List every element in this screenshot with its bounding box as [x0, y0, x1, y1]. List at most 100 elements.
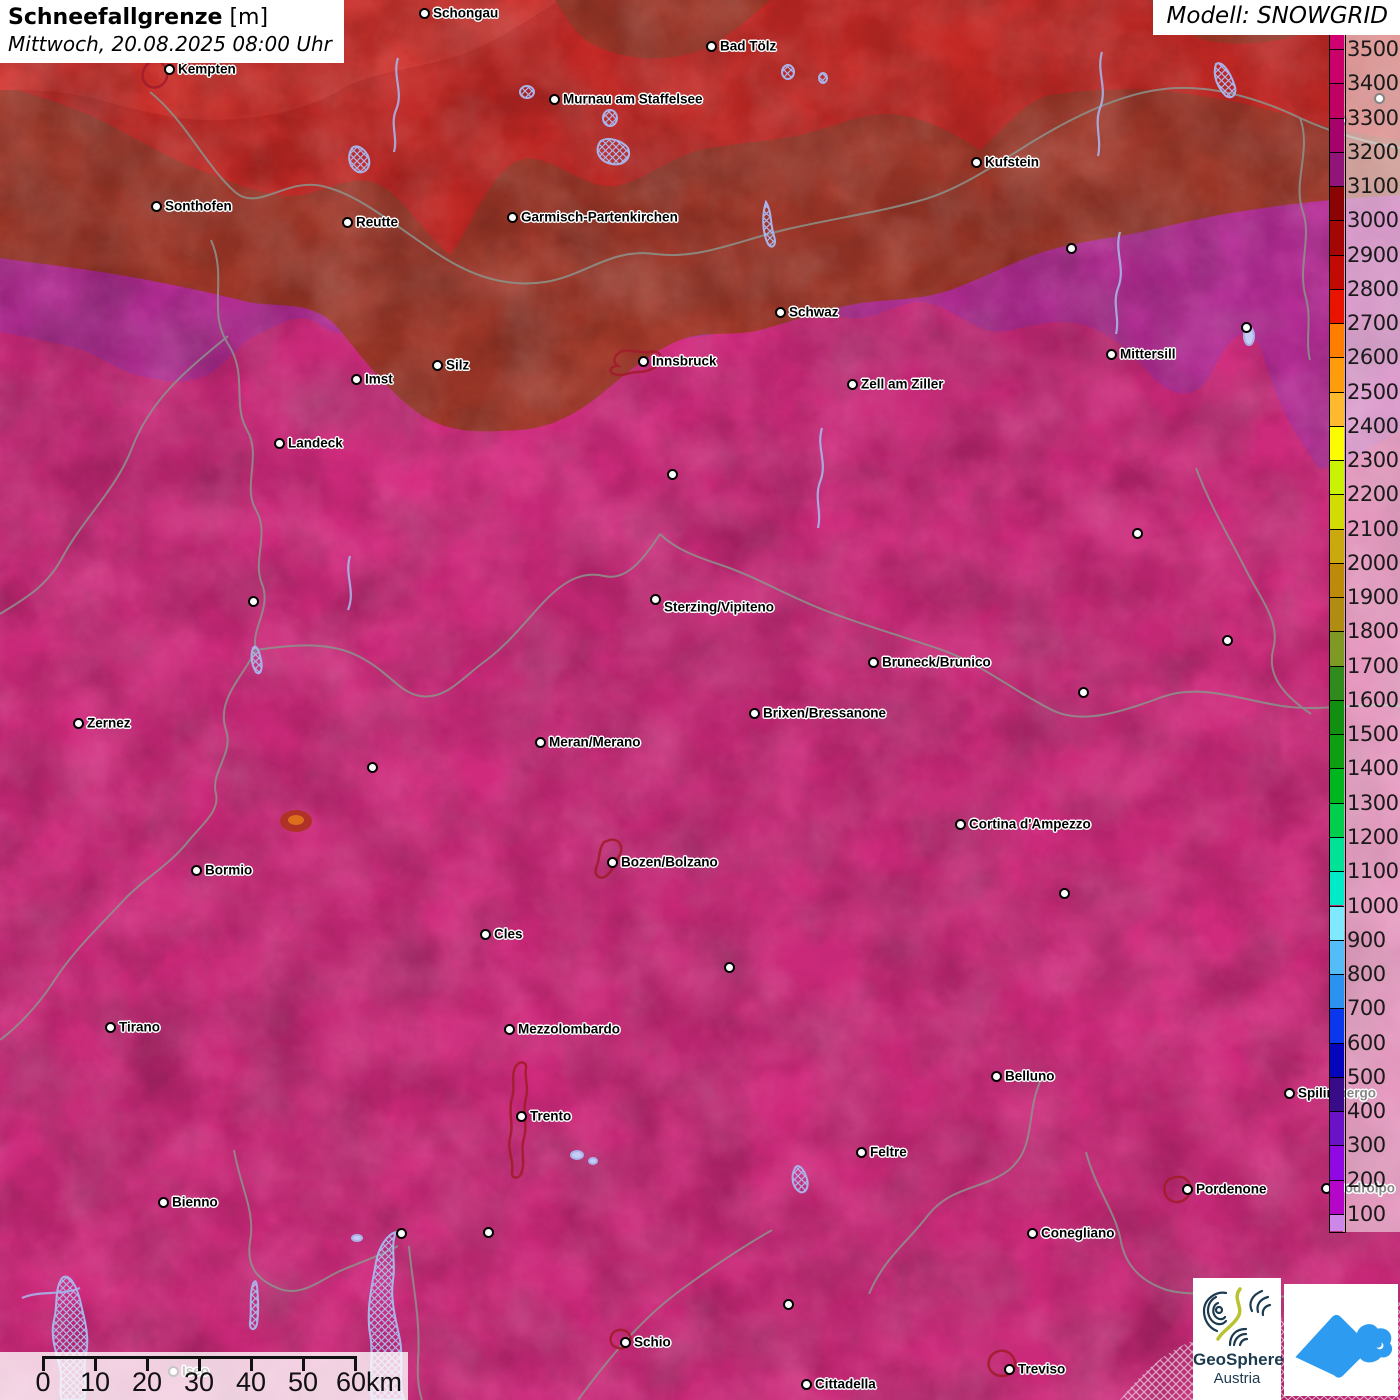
- city-dot: [350, 373, 362, 385]
- city-dot: [395, 1227, 407, 1239]
- title-datetime: Mittwoch, 20.08.2025 08:00 Uhr: [8, 32, 332, 56]
- scalebar-tick-label: 60km: [335, 1367, 403, 1397]
- city-label: Mittersill: [1120, 346, 1176, 362]
- colorbar-segment: [1330, 186, 1344, 221]
- colorbar-tick-label: 1600: [1347, 687, 1399, 712]
- colorbar-tick-label: 2700: [1347, 311, 1399, 336]
- city-label: Zernez: [87, 715, 131, 731]
- geosphere-logo-box: GeoSphere Austria: [1193, 1278, 1284, 1400]
- city-label: Cles: [494, 926, 523, 942]
- city-label: Brixen/Bressanone: [763, 705, 887, 721]
- colorbar-tick-label: 2300: [1347, 448, 1399, 473]
- city-label: Cortina d'Ampezzo: [969, 816, 1091, 832]
- city-label: Silz: [446, 357, 470, 373]
- colorbar-segment: [1330, 597, 1344, 632]
- city-label: Imst: [365, 371, 393, 387]
- city-label: Bruneck/Brunico: [882, 654, 991, 670]
- colorbar-segment: [1330, 49, 1344, 84]
- city-dot: [748, 707, 760, 719]
- city-dot: [534, 736, 546, 748]
- colorbar-segment: [1330, 802, 1344, 837]
- colorbar-tick-label: 1900: [1347, 585, 1399, 610]
- city-dot: [1077, 686, 1089, 698]
- city-label: Pordenone: [1196, 1181, 1267, 1197]
- colorbar-tick-label: 2200: [1347, 482, 1399, 507]
- scalebar-tick-label: 50: [287, 1367, 319, 1397]
- scalebar-tick-label: 30: [183, 1367, 215, 1397]
- city-dot: [1105, 348, 1117, 360]
- city-dot: [163, 63, 175, 75]
- colorbar-segment: [1330, 699, 1344, 735]
- city-label: Belluno: [1005, 1068, 1055, 1084]
- colorbar-segment: [1330, 357, 1344, 392]
- city-dot: [548, 93, 560, 105]
- colorbar-segment: [1330, 391, 1344, 426]
- title-unit: [m]: [229, 5, 269, 30]
- city-dot: [341, 216, 353, 228]
- colorbar-segment: [1330, 288, 1344, 324]
- colorbar-tick-label: 1700: [1347, 653, 1399, 678]
- colorbar-segment: [1330, 974, 1344, 1009]
- snowgrid-map-page: Schongau Bad Tölz Kempten Murnau am Staffel…: [0, 0, 1400, 1400]
- city-dot: [247, 595, 259, 607]
- colorbar-tick-label: 1200: [1347, 824, 1399, 849]
- colorbar-tick-label: 100: [1347, 1201, 1386, 1226]
- colorbar-segment: [1330, 528, 1344, 563]
- colorbar-segment: [1330, 117, 1344, 152]
- colorbar-tick-label: 3200: [1347, 139, 1399, 164]
- colorbar-segment: [1330, 83, 1344, 118]
- city-dot: [479, 928, 491, 940]
- city-label: Tirano: [119, 1019, 161, 1035]
- city-dot: [273, 437, 285, 449]
- colorbar-tick-label: 1500: [1347, 722, 1399, 747]
- colorbar-tick-label: 2000: [1347, 550, 1399, 575]
- city-dot: [1003, 1363, 1015, 1375]
- colorbar-segment: [1330, 939, 1344, 974]
- city-dot: [705, 40, 717, 52]
- city-dot: [774, 306, 786, 318]
- city-dot: [482, 1226, 494, 1238]
- model-label: Modell: SNOWGRID: [1166, 3, 1388, 29]
- colorbar-tick-label: 2100: [1347, 516, 1399, 541]
- colorbar-tick-label: 200: [1347, 1167, 1386, 1192]
- city-label: Sterzing/Vipiteno: [664, 599, 775, 615]
- colorbar-segment: [1330, 631, 1344, 666]
- city-label: Bormio: [205, 862, 253, 878]
- city-dot: [1181, 1183, 1193, 1195]
- geosphere-logo-icon: [1202, 1287, 1272, 1347]
- colorbar-segment: [1330, 425, 1344, 461]
- colorbar-segment: [1330, 1111, 1344, 1146]
- colorbar-segment: [1330, 460, 1344, 495]
- city-dot: [649, 593, 661, 605]
- colorbar-tick-label: 3500: [1347, 37, 1399, 61]
- city-label: Schio: [634, 1334, 671, 1350]
- colorbar-segment: [1330, 494, 1344, 529]
- colorbar-segment: [1330, 1213, 1344, 1232]
- page-title: Schneefallgrenze [m]: [8, 5, 332, 30]
- city-dot: [1221, 634, 1233, 646]
- distance-scalebar: 0 10 20 30 40 50 60km: [0, 1352, 408, 1400]
- colorbar-tick-label: 500: [1347, 1064, 1386, 1089]
- colorbar-segment: [1330, 1179, 1344, 1214]
- colorbar-segment: [1330, 768, 1344, 803]
- city-dot: [157, 1196, 169, 1208]
- city-dot: [431, 359, 443, 371]
- city-dot: [1026, 1227, 1038, 1239]
- city-dot: [150, 200, 162, 212]
- city-dot: [970, 156, 982, 168]
- colorbar-segment: [1330, 323, 1344, 358]
- city-dot: [503, 1023, 515, 1035]
- city-label: Kufstein: [985, 154, 1039, 170]
- colorbar-tick-label: 800: [1347, 962, 1386, 987]
- colorbar-segment: [1330, 871, 1344, 906]
- city-dot: [606, 856, 618, 868]
- colorbar-tick-label: 300: [1347, 1133, 1386, 1158]
- city-label: Bienno: [172, 1194, 218, 1210]
- city-dot: [867, 656, 879, 668]
- scalebar-tick-label: 20: [131, 1367, 163, 1397]
- city-dot: [1065, 242, 1077, 254]
- colorbar-tick-label: 1300: [1347, 790, 1399, 815]
- colorbar-tick-label: 2800: [1347, 276, 1399, 301]
- city-dot: [1058, 887, 1070, 899]
- city-dot: [666, 468, 678, 480]
